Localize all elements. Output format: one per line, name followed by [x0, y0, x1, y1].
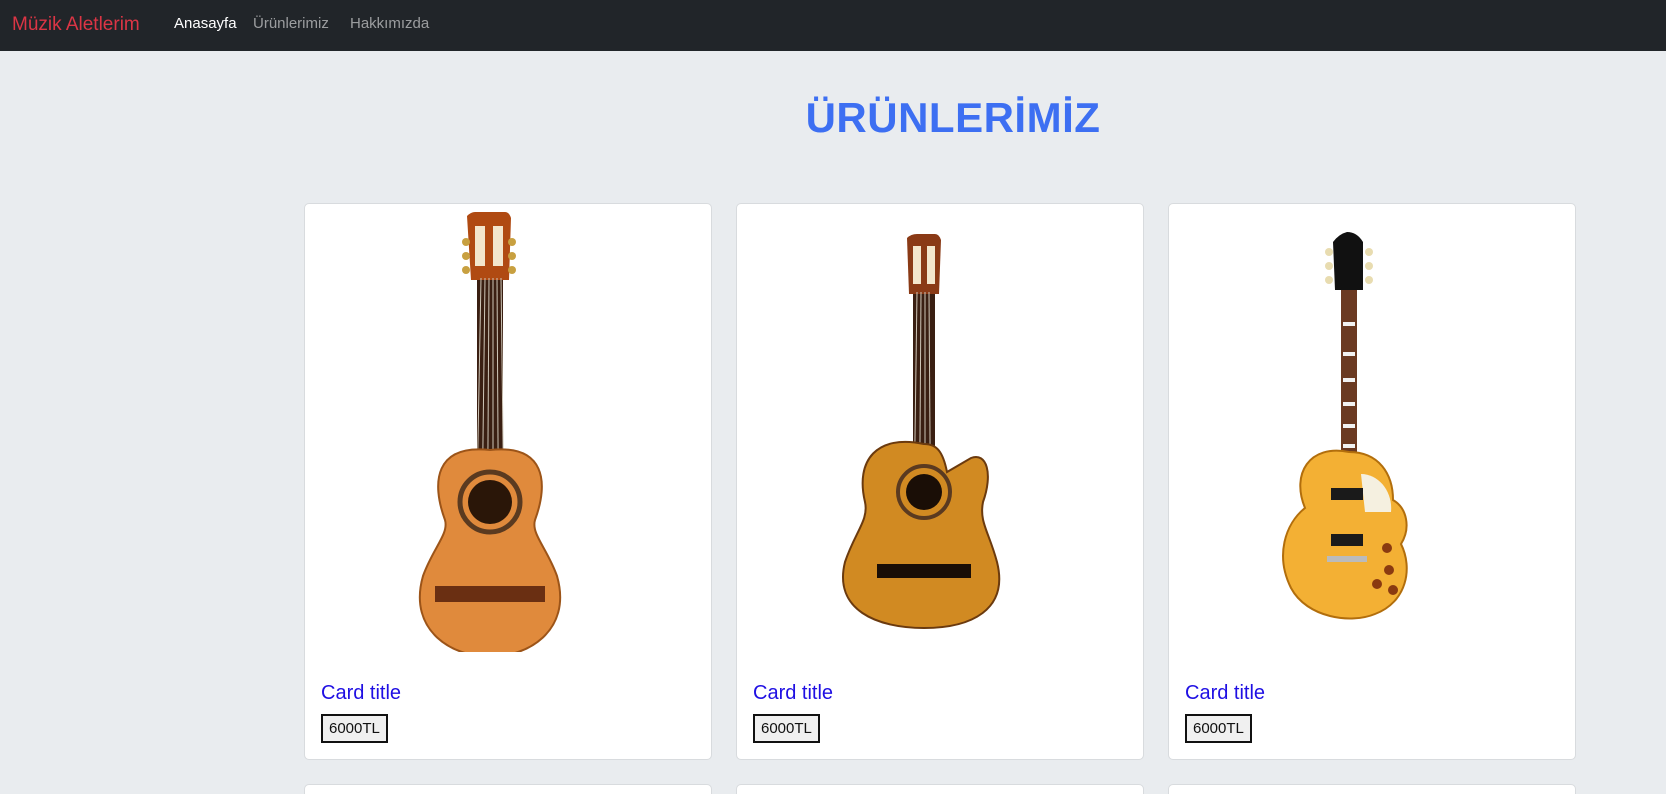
page-title: ÜRÜNLERİMİZ — [805, 94, 1101, 141]
product-card-5 — [736, 784, 1144, 794]
product-card-3: Card title 6000TL — [1168, 203, 1576, 760]
electric-guitar-image — [1179, 212, 1565, 652]
brand-link[interactable]: Müzik Aletlerim — [12, 0, 140, 51]
nav-link-urunlerimiz[interactable]: Ürünlerimiz — [253, 0, 329, 51]
price-badge: 6000TL — [1185, 714, 1252, 743]
card-title[interactable]: Card title — [1185, 682, 1265, 705]
product-card-2: Card title 6000TL — [736, 203, 1144, 760]
card-title[interactable]: Card title — [321, 682, 401, 705]
nav-link-anasayfa[interactable]: Anasayfa — [174, 0, 237, 51]
product-card-1: Card title 6000TL — [304, 203, 712, 760]
price-badge: 6000TL — [753, 714, 820, 743]
card-title[interactable]: Card title — [753, 682, 833, 705]
product-card-4 — [304, 784, 712, 794]
product-card-6 — [1168, 784, 1576, 794]
cutaway-acoustic-guitar-image — [747, 212, 1133, 652]
navbar: Müzik Aletlerim Anasayfa Ürünlerimiz Hak… — [0, 0, 1666, 51]
nav-link-hakkimizda[interactable]: Hakkımızda — [350, 0, 429, 51]
classical-guitar-image — [315, 212, 701, 652]
price-badge: 6000TL — [321, 714, 388, 743]
